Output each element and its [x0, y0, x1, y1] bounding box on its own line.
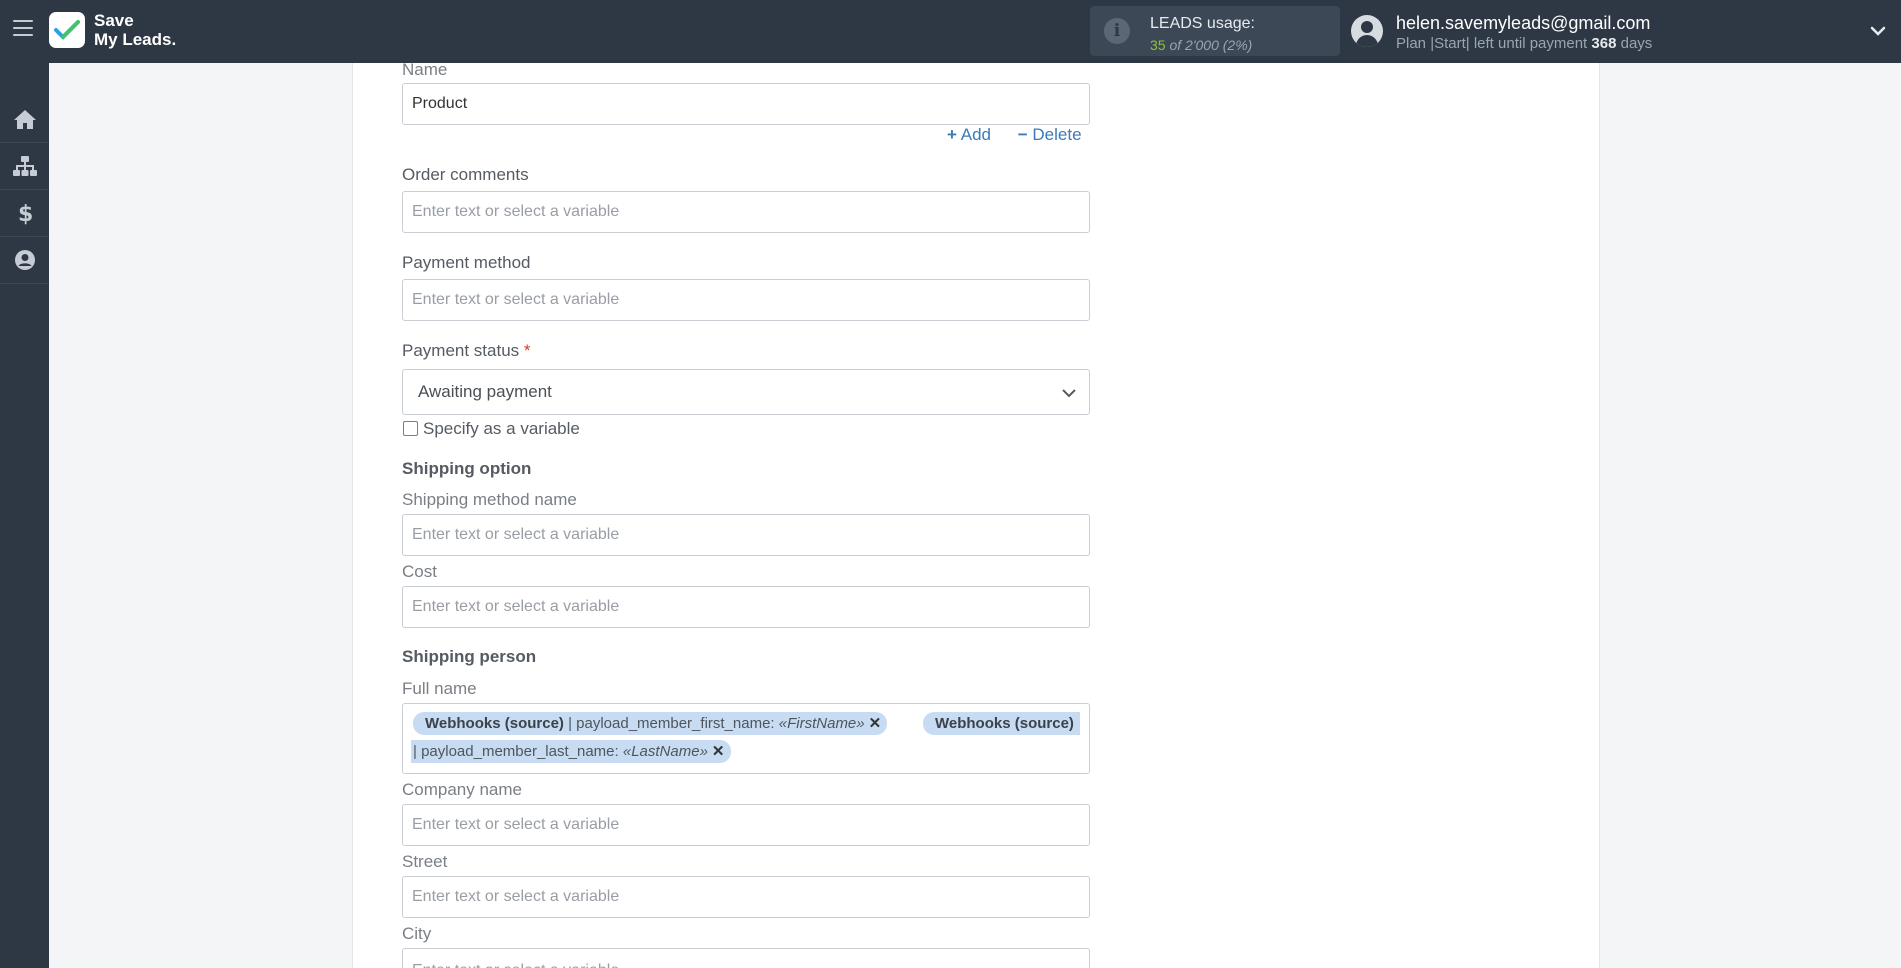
full-name-label: Full name — [402, 679, 477, 698]
specify-variable-checkbox[interactable] — [403, 421, 418, 436]
cost-label: Cost — [402, 562, 437, 581]
logo-line2: My Leads. — [94, 30, 177, 49]
payment-method-input[interactable]: Enter text or select a variable — [402, 279, 1090, 321]
account-email: helen.savemyleads@gmail.com — [1396, 13, 1651, 33]
minus-icon: − — [1017, 125, 1028, 144]
city-label: City — [402, 924, 432, 943]
payment-status-select[interactable]: Awaiting payment — [402, 369, 1090, 415]
menu-icon[interactable] — [13, 20, 33, 38]
home-icon — [13, 110, 36, 129]
specify-variable-label: Specify as a variable — [423, 419, 580, 438]
sidebar-item-account[interactable] — [0, 237, 49, 284]
shipping-method-name-label: Shipping method name — [402, 490, 577, 509]
sidebar: $ — [0, 63, 49, 968]
logo-line1: Save — [94, 11, 134, 30]
name-label: Name — [402, 60, 448, 79]
usage-title: LEADS usage: — [1150, 15, 1255, 32]
leads-usage-panel: i LEADS usage: 35 of 2'000 (2%) — [1090, 6, 1340, 56]
dollar-icon: $ — [18, 202, 32, 225]
sitemap-icon — [12, 156, 37, 176]
logo-check-icon — [49, 12, 85, 48]
full-name-input[interactable]: Webhooks (source) | payload_member_first… — [402, 703, 1090, 774]
sidebar-item-connections[interactable] — [0, 143, 49, 190]
remove-tag-icon[interactable]: ✕ — [712, 743, 725, 760]
payment-method-label: Payment method — [402, 253, 531, 272]
variable-tag[interactable]: Webhooks (source) | payload_member_first… — [413, 712, 888, 735]
street-label: Street — [402, 852, 448, 871]
plan-info: Plan |Start| left until payment 368 days — [1396, 35, 1653, 52]
user-circle-icon — [14, 250, 35, 270]
company-name-input[interactable]: Enter text or select a variable — [402, 804, 1090, 846]
cost-input[interactable]: Enter text or select a variable — [402, 586, 1090, 628]
shipping-person-heading: Shipping person — [402, 647, 537, 666]
logo[interactable]: Save My Leads. — [49, 11, 176, 49]
row-actions: + Add − Delete — [947, 125, 1104, 145]
plus-icon: + — [947, 125, 957, 144]
variable-tag[interactable]: Webhooks (source) — [923, 712, 1080, 735]
delete-button[interactable]: − Delete — [1018, 125, 1082, 144]
sidebar-item-billing[interactable]: $ — [0, 190, 49, 237]
company-name-label: Company name — [402, 780, 523, 799]
city-input[interactable]: Enter text or select a variable — [402, 948, 1090, 968]
remove-tag-icon[interactable]: ✕ — [869, 715, 882, 732]
name-input[interactable]: Product — [402, 83, 1090, 125]
sidebar-item-home[interactable] — [0, 96, 49, 143]
usage-value: 35 of 2'000 (2%) — [1150, 37, 1253, 53]
add-button[interactable]: + Add — [947, 125, 991, 144]
payment-status-label: Payment status * — [402, 341, 531, 360]
info-icon: i — [1104, 18, 1130, 44]
top-bar: Save My Leads. i LEADS usage: 35 of 2'00… — [0, 0, 1901, 63]
payment-status-value: Awaiting payment — [418, 382, 552, 401]
chevron-down-icon[interactable] — [1869, 22, 1887, 40]
order-comments-label: Order comments — [402, 165, 529, 184]
chevron-down-icon — [1062, 389, 1076, 398]
street-input[interactable]: Enter text or select a variable — [402, 876, 1090, 918]
shipping-method-name-input[interactable]: Enter text or select a variable — [402, 514, 1090, 556]
avatar-icon — [1351, 15, 1383, 47]
order-comments-input[interactable]: Enter text or select a variable — [402, 191, 1090, 233]
shipping-option-heading: Shipping option — [402, 459, 532, 478]
variable-tag-continued[interactable]: | payload_member_last_name: «LastName» ✕ — [411, 740, 731, 763]
svg-text:$: $ — [18, 202, 32, 225]
